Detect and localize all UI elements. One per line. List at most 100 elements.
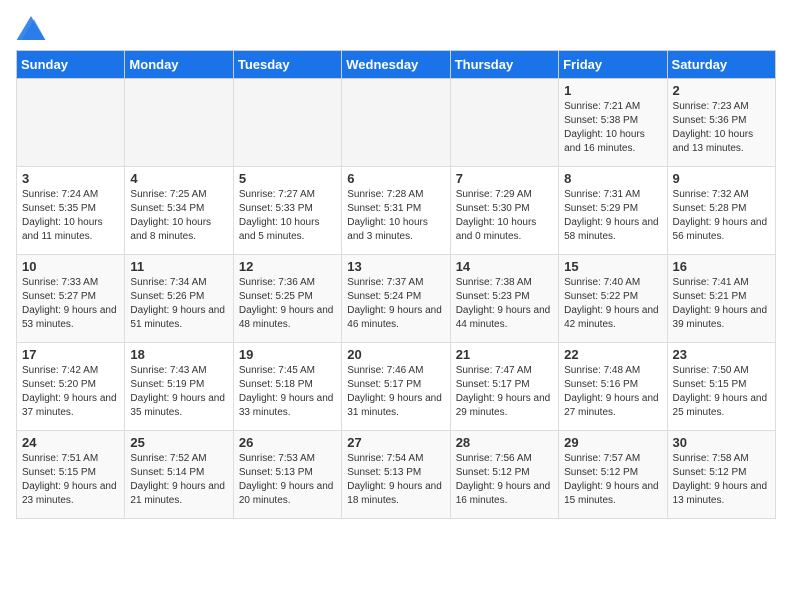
day-number: 30	[673, 435, 770, 450]
day-number: 25	[130, 435, 227, 450]
weekday-header-saturday: Saturday	[667, 51, 775, 79]
calendar-cell: 2 Sunrise: 7:23 AMSunset: 5:36 PMDaylight…	[667, 79, 775, 167]
day-info: Sunrise: 7:47 AMSunset: 5:17 PMDaylight:…	[456, 364, 553, 420]
day-info: Sunrise: 7:34 AMSunset: 5:26 PMDaylight:…	[130, 276, 227, 332]
day-info: Sunrise: 7:36 AMSunset: 5:25 PMDaylight:…	[239, 276, 336, 332]
calendar-cell: 3 Sunrise: 7:24 AMSunset: 5:35 PMDaylight…	[17, 167, 125, 255]
calendar-cell	[342, 79, 450, 167]
day-number: 8	[564, 171, 661, 186]
day-number: 18	[130, 347, 227, 362]
day-info: Sunrise: 7:33 AMSunset: 5:27 PMDaylight:…	[22, 276, 119, 332]
calendar-cell: 26 Sunrise: 7:53 AMSunset: 5:13 PMDayligh…	[233, 431, 341, 519]
day-number: 1	[564, 83, 661, 98]
calendar-cell: 24 Sunrise: 7:51 AMSunset: 5:15 PMDayligh…	[17, 431, 125, 519]
day-info: Sunrise: 7:42 AMSunset: 5:20 PMDaylight:…	[22, 364, 119, 420]
calendar-cell: 12Sunrise: 7:36 AMSunset: 5:25 PMDayligh…	[233, 255, 341, 343]
calendar-cell: 15 Sunrise: 7:40 AMSunset: 5:22 PMDayligh…	[559, 255, 667, 343]
calendar-table: SundayMondayTuesdayWednesdayThursdayFrid…	[16, 50, 776, 519]
day-info: Sunrise: 7:57 AMSunset: 5:12 PMDaylight:…	[564, 452, 661, 508]
calendar-cell: 14 Sunrise: 7:38 AMSunset: 5:23 PMDayligh…	[450, 255, 558, 343]
calendar-cell: 11 Sunrise: 7:34 AMSunset: 5:26 PMDayligh…	[125, 255, 233, 343]
calendar-cell: 23 Sunrise: 7:50 AMSunset: 5:15 PMDayligh…	[667, 343, 775, 431]
day-number: 22	[564, 347, 661, 362]
page-header	[16, 16, 776, 40]
calendar-cell: 10 Sunrise: 7:33 AMSunset: 5:27 PMDayligh…	[17, 255, 125, 343]
calendar-cell: 17 Sunrise: 7:42 AMSunset: 5:20 PMDayligh…	[17, 343, 125, 431]
day-number: 3	[22, 171, 119, 186]
day-info: Sunrise: 7:31 AMSunset: 5:29 PMDaylight:…	[564, 188, 661, 244]
day-number: 14	[456, 259, 553, 274]
day-number: 2	[673, 83, 770, 98]
day-info: Sunrise: 7:27 AMSunset: 5:33 PMDaylight:…	[239, 188, 336, 244]
day-number: 11	[130, 259, 227, 274]
calendar-cell: 6 Sunrise: 7:28 AMSunset: 5:31 PMDaylight…	[342, 167, 450, 255]
day-number: 26	[239, 435, 336, 450]
calendar-week-5: 24 Sunrise: 7:51 AMSunset: 5:15 PMDayligh…	[17, 431, 776, 519]
calendar-cell: 4Sunrise: 7:25 AMSunset: 5:34 PMDaylight…	[125, 167, 233, 255]
day-info: Sunrise: 7:54 AMSunset: 5:13 PMDaylight:…	[347, 452, 444, 508]
day-number: 17	[22, 347, 119, 362]
calendar-week-2: 3 Sunrise: 7:24 AMSunset: 5:35 PMDaylight…	[17, 167, 776, 255]
day-info: Sunrise: 7:32 AMSunset: 5:28 PMDaylight:…	[673, 188, 770, 244]
logo	[16, 16, 48, 40]
day-info: Sunrise: 7:24 AMSunset: 5:35 PMDaylight:…	[22, 188, 119, 244]
weekday-header-sunday: Sunday	[17, 51, 125, 79]
day-number: 28	[456, 435, 553, 450]
day-number: 9	[673, 171, 770, 186]
day-info: Sunrise: 7:52 AMSunset: 5:14 PMDaylight:…	[130, 452, 227, 508]
day-info: Sunrise: 7:40 AMSunset: 5:22 PMDaylight:…	[564, 276, 661, 332]
day-info: Sunrise: 7:43 AMSunset: 5:19 PMDaylight:…	[130, 364, 227, 420]
calendar-cell: 21Sunrise: 7:47 AMSunset: 5:17 PMDayligh…	[450, 343, 558, 431]
day-number: 6	[347, 171, 444, 186]
weekday-header-friday: Friday	[559, 51, 667, 79]
calendar-cell: 13Sunrise: 7:37 AMSunset: 5:24 PMDayligh…	[342, 255, 450, 343]
day-info: Sunrise: 7:41 AMSunset: 5:21 PMDaylight:…	[673, 276, 770, 332]
day-info: Sunrise: 7:58 AMSunset: 5:12 PMDaylight:…	[673, 452, 770, 508]
day-info: Sunrise: 7:28 AMSunset: 5:31 PMDaylight:…	[347, 188, 444, 244]
weekday-header-monday: Monday	[125, 51, 233, 79]
calendar-week-4: 17 Sunrise: 7:42 AMSunset: 5:20 PMDayligh…	[17, 343, 776, 431]
calendar-cell: 9 Sunrise: 7:32 AMSunset: 5:28 PMDaylight…	[667, 167, 775, 255]
calendar-cell: 20 Sunrise: 7:46 AMSunset: 5:17 PMDayligh…	[342, 343, 450, 431]
calendar-week-1: 1 Sunrise: 7:21 AMSunset: 5:38 PMDaylight…	[17, 79, 776, 167]
calendar-cell: 18 Sunrise: 7:43 AMSunset: 5:19 PMDayligh…	[125, 343, 233, 431]
day-info: Sunrise: 7:46 AMSunset: 5:17 PMDaylight:…	[347, 364, 444, 420]
logo-icon	[16, 16, 46, 40]
calendar-cell: 5 Sunrise: 7:27 AMSunset: 5:33 PMDaylight…	[233, 167, 341, 255]
calendar-cell: 1 Sunrise: 7:21 AMSunset: 5:38 PMDaylight…	[559, 79, 667, 167]
day-number: 23	[673, 347, 770, 362]
day-number: 15	[564, 259, 661, 274]
day-number: 5	[239, 171, 336, 186]
day-info: Sunrise: 7:38 AMSunset: 5:23 PMDaylight:…	[456, 276, 553, 332]
calendar-cell	[125, 79, 233, 167]
day-info: Sunrise: 7:50 AMSunset: 5:15 PMDaylight:…	[673, 364, 770, 420]
calendar-cell	[450, 79, 558, 167]
day-number: 16	[673, 259, 770, 274]
calendar-cell: 22 Sunrise: 7:48 AMSunset: 5:16 PMDayligh…	[559, 343, 667, 431]
day-number: 20	[347, 347, 444, 362]
day-number: 24	[22, 435, 119, 450]
day-number: 27	[347, 435, 444, 450]
day-number: 10	[22, 259, 119, 274]
weekday-header-thursday: Thursday	[450, 51, 558, 79]
calendar-header-row: SundayMondayTuesdayWednesdayThursdayFrid…	[17, 51, 776, 79]
calendar-cell: 25 Sunrise: 7:52 AMSunset: 5:14 PMDayligh…	[125, 431, 233, 519]
day-number: 19	[239, 347, 336, 362]
day-info: Sunrise: 7:53 AMSunset: 5:13 PMDaylight:…	[239, 452, 336, 508]
day-info: Sunrise: 7:29 AMSunset: 5:30 PMDaylight:…	[456, 188, 553, 244]
calendar-cell: 8 Sunrise: 7:31 AMSunset: 5:29 PMDaylight…	[559, 167, 667, 255]
day-info: Sunrise: 7:48 AMSunset: 5:16 PMDaylight:…	[564, 364, 661, 420]
day-info: Sunrise: 7:51 AMSunset: 5:15 PMDaylight:…	[22, 452, 119, 508]
day-number: 29	[564, 435, 661, 450]
day-info: Sunrise: 7:21 AMSunset: 5:38 PMDaylight:…	[564, 100, 661, 156]
calendar-cell: 28 Sunrise: 7:56 AMSunset: 5:12 PMDayligh…	[450, 431, 558, 519]
day-info: Sunrise: 7:25 AMSunset: 5:34 PMDaylight:…	[130, 188, 227, 244]
day-info: Sunrise: 7:45 AMSunset: 5:18 PMDaylight:…	[239, 364, 336, 420]
calendar-cell: 30 Sunrise: 7:58 AMSunset: 5:12 PMDayligh…	[667, 431, 775, 519]
weekday-header-wednesday: Wednesday	[342, 51, 450, 79]
calendar-cell: 7Sunrise: 7:29 AMSunset: 5:30 PMDaylight…	[450, 167, 558, 255]
day-info: Sunrise: 7:56 AMSunset: 5:12 PMDaylight:…	[456, 452, 553, 508]
day-info: Sunrise: 7:23 AMSunset: 5:36 PMDaylight:…	[673, 100, 770, 156]
weekday-header-tuesday: Tuesday	[233, 51, 341, 79]
calendar-cell: 16 Sunrise: 7:41 AMSunset: 5:21 PMDayligh…	[667, 255, 775, 343]
